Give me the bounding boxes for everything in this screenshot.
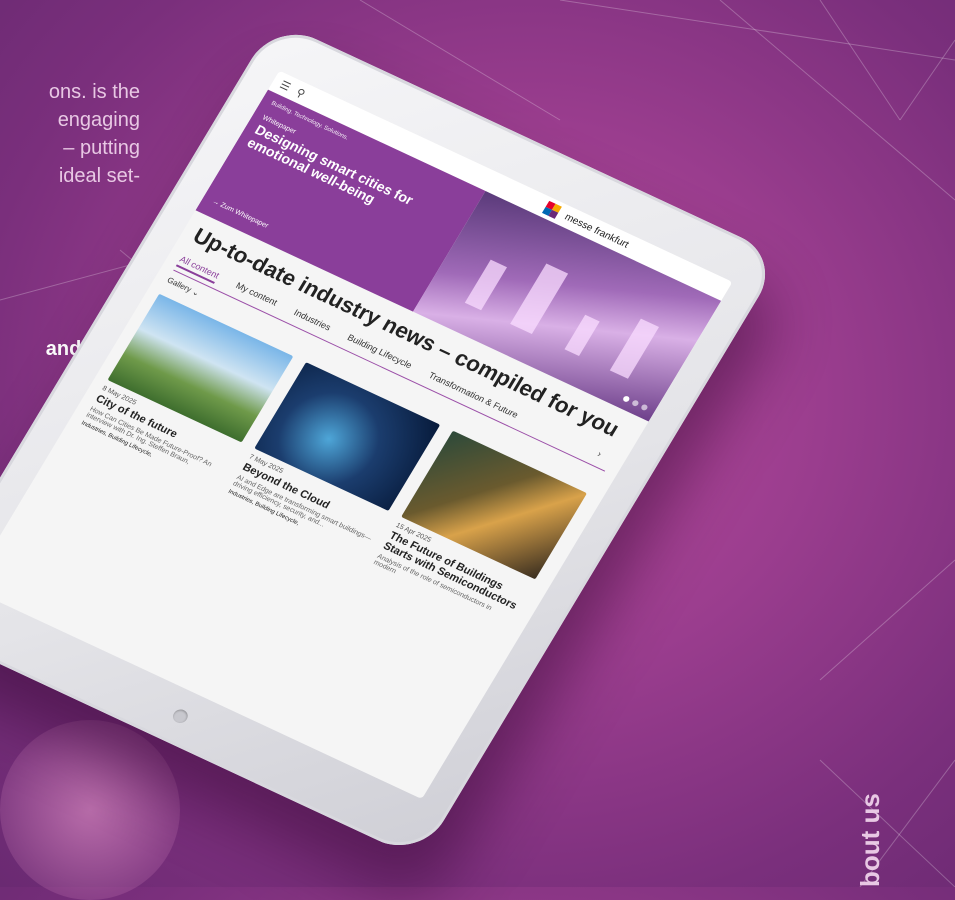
- search-icon[interactable]: ⚲: [294, 85, 308, 100]
- carousel-dot[interactable]: [621, 395, 631, 403]
- background-line: – putting: [63, 137, 140, 159]
- messe-frankfurt-logo-icon: [541, 200, 562, 219]
- chevron-down-icon: ⌄: [190, 287, 202, 298]
- background-paragraph: ons. is the engaging – putting ideal set…: [0, 78, 140, 190]
- home-button[interactable]: [170, 707, 191, 726]
- hero-carousel-dots[interactable]: [621, 395, 649, 412]
- carousel-dot[interactable]: [640, 403, 649, 412]
- hero-building: [464, 259, 508, 311]
- background-line: ons. is the: [48, 81, 140, 103]
- hero-building: [564, 314, 600, 356]
- about-us-link[interactable]: bout us: [855, 793, 886, 887]
- chevron-right-icon[interactable]: ›: [594, 449, 604, 462]
- background-line: engaging: [57, 109, 140, 131]
- background-line: ideal set-: [58, 165, 140, 187]
- carousel-dot[interactable]: [631, 399, 640, 408]
- hero-building: [609, 318, 660, 379]
- menu-icon[interactable]: ☰: [278, 78, 294, 94]
- background-glow: [0, 720, 180, 900]
- hero-building: [510, 263, 569, 334]
